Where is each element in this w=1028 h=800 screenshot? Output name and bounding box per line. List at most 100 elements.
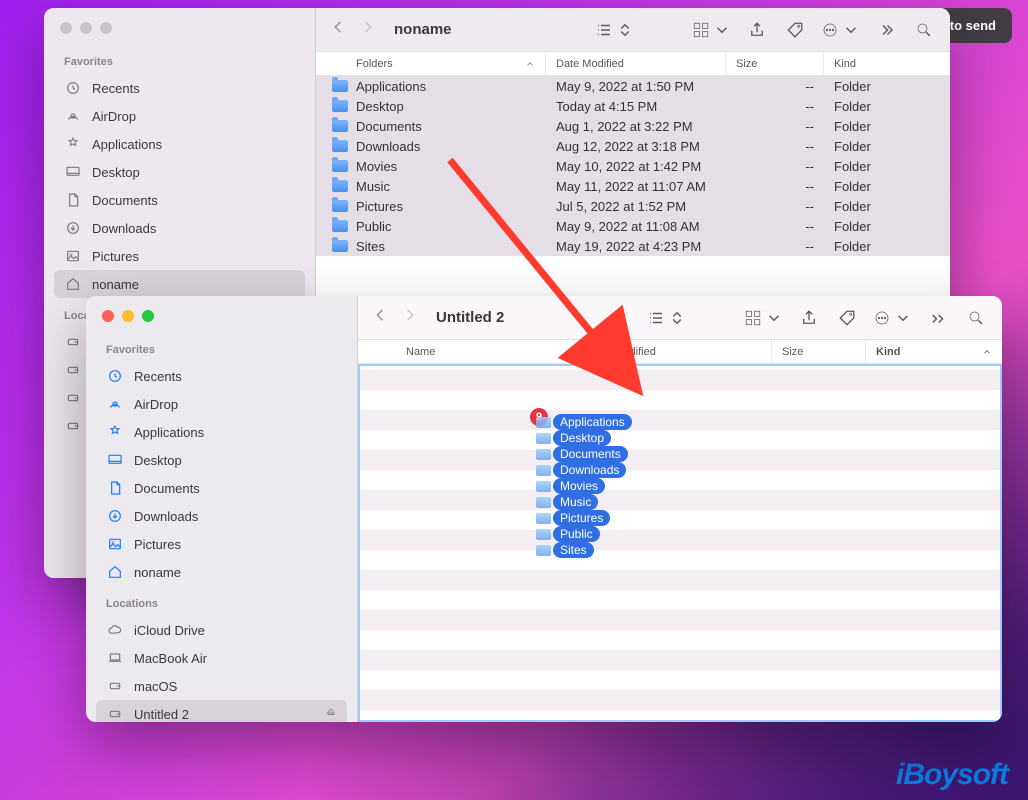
airdrop-icon [64, 107, 82, 125]
fullscreen-button[interactable] [142, 310, 154, 322]
folder-icon [536, 545, 551, 556]
search-button[interactable] [964, 306, 988, 330]
sidebar-item-documents[interactable]: Documents [54, 186, 305, 214]
sidebar-item-noname[interactable]: noname [96, 558, 347, 586]
share-button[interactable] [745, 18, 769, 42]
sidebar-item-downloads[interactable]: Downloads [54, 214, 305, 242]
col-size[interactable]: Size [772, 340, 866, 363]
file-name: Downloads [356, 139, 430, 154]
table-row[interactable]: PublicMay 9, 2022 at 11:08 AM--Folder [316, 216, 950, 236]
date-modified: May 9, 2022 at 11:08 AM [546, 219, 726, 234]
col-kind[interactable]: Kind [866, 340, 1002, 363]
drag-item-label: Movies [553, 478, 605, 494]
sidebar-item-macbook-air[interactable]: MacBook Air [96, 644, 347, 672]
sidebar-item-applications[interactable]: Applications [96, 418, 347, 446]
col-name[interactable]: Name [358, 340, 592, 363]
col-date[interactable]: Date Modified [546, 52, 726, 75]
sidebar-item-documents[interactable]: Documents [96, 474, 347, 502]
disk-icon [64, 389, 82, 407]
drag-item: Documents [536, 446, 628, 462]
sidebar-item-label: Untitled 2 [134, 707, 189, 722]
column-headers: Name te Modified Size Kind [358, 340, 1002, 364]
file-kind: Folder [824, 159, 950, 174]
file-kind: Folder [824, 219, 950, 234]
sidebar-item-label: Documents [92, 193, 158, 208]
view-list-button[interactable] [595, 21, 634, 39]
sidebar-item-macos[interactable]: macOS [96, 672, 347, 700]
overflow-button[interactable] [926, 306, 950, 330]
sidebar-item-desktop[interactable]: Desktop [54, 158, 305, 186]
table-row[interactable]: ApplicationsMay 9, 2022 at 1:50 PM--Fold… [316, 76, 950, 96]
watermark: iBoysoft [896, 758, 1008, 792]
file-kind: Folder [824, 119, 950, 134]
sidebar-item-label: Recents [92, 81, 140, 96]
tag-button[interactable] [835, 306, 859, 330]
close-button[interactable] [60, 22, 72, 34]
minimize-button[interactable] [80, 22, 92, 34]
table-row[interactable]: PicturesJul 5, 2022 at 1:52 PM--Folder [316, 196, 950, 216]
sidebar-item-untitled-2[interactable]: Untitled 2 [96, 700, 347, 722]
sidebar-item-icloud-drive[interactable]: iCloud Drive [96, 616, 347, 644]
file-name: Applications [356, 79, 436, 94]
sidebar-item-airdrop[interactable]: AirDrop [96, 390, 347, 418]
file-kind: Folder [824, 199, 950, 214]
file-name: Sites [356, 239, 395, 254]
drag-item-label: Applications [553, 414, 632, 430]
sidebar-item-desktop[interactable]: Desktop [96, 446, 347, 474]
folder-icon [536, 417, 551, 428]
sidebar-item-downloads[interactable]: Downloads [96, 502, 347, 530]
nav-forward-button[interactable] [402, 307, 418, 328]
sidebar-item-label: Desktop [92, 165, 140, 180]
table-row[interactable]: MoviesMay 10, 2022 at 1:42 PM--Folder [316, 156, 950, 176]
group-by-button[interactable] [744, 309, 783, 327]
window-controls [86, 296, 357, 328]
disk-icon [106, 677, 124, 695]
sidebar-item-pictures[interactable]: Pictures [96, 530, 347, 558]
nav-back-button[interactable] [372, 307, 388, 328]
file-size: -- [726, 179, 824, 194]
col-kind[interactable]: Kind [824, 52, 950, 75]
sidebar-item-label: Pictures [92, 249, 139, 264]
col-name[interactable]: Folders [316, 52, 546, 75]
table-row[interactable]: MusicMay 11, 2022 at 11:07 AM--Folder [316, 176, 950, 196]
col-date[interactable]: te Modified [592, 340, 772, 363]
nav-back-button[interactable] [330, 19, 346, 40]
table-row[interactable]: DocumentsAug 1, 2022 at 3:22 PM--Folder [316, 116, 950, 136]
sidebar-item-label: Applications [92, 137, 162, 152]
sidebar-item-noname[interactable]: noname [54, 270, 305, 298]
fullscreen-button[interactable] [100, 22, 112, 34]
sidebar-item-label: macOS [134, 679, 177, 694]
sidebar-item-applications[interactable]: Applications [54, 130, 305, 158]
sidebar-item-recents[interactable]: Recents [54, 74, 305, 102]
group-by-button[interactable] [692, 21, 731, 39]
file-list-empty[interactable] [358, 364, 1002, 722]
drag-item-label: Documents [553, 446, 628, 462]
tag-button[interactable] [783, 18, 807, 42]
date-modified: May 19, 2022 at 4:23 PM [546, 239, 726, 254]
sidebar-item-recents[interactable]: Recents [96, 362, 347, 390]
minimize-button[interactable] [122, 310, 134, 322]
action-menu-button[interactable] [873, 309, 912, 327]
table-row[interactable]: DownloadsAug 12, 2022 at 3:18 PM--Folder [316, 136, 950, 156]
close-button[interactable] [102, 310, 114, 322]
nav-forward-button[interactable] [360, 19, 376, 40]
clock-icon [64, 79, 82, 97]
laptop-icon [106, 649, 124, 667]
clock-icon [106, 367, 124, 385]
table-row[interactable]: DesktopToday at 4:15 PM--Folder [316, 96, 950, 116]
drag-item: Public [536, 526, 600, 542]
table-row[interactable]: SitesMay 19, 2022 at 4:23 PM--Folder [316, 236, 950, 256]
overflow-button[interactable] [874, 18, 898, 42]
search-button[interactable] [912, 18, 936, 42]
sidebar-item-pictures[interactable]: Pictures [54, 242, 305, 270]
view-list-button[interactable] [647, 309, 686, 327]
share-button[interactable] [797, 306, 821, 330]
file-name: Documents [356, 119, 432, 134]
file-kind: Folder [824, 79, 950, 94]
eject-icon[interactable] [325, 707, 337, 722]
action-menu-button[interactable] [821, 21, 860, 39]
locations-heading: Locations [96, 586, 347, 616]
col-size[interactable]: Size [726, 52, 824, 75]
file-name: Desktop [356, 99, 414, 114]
sidebar-item-airdrop[interactable]: AirDrop [54, 102, 305, 130]
